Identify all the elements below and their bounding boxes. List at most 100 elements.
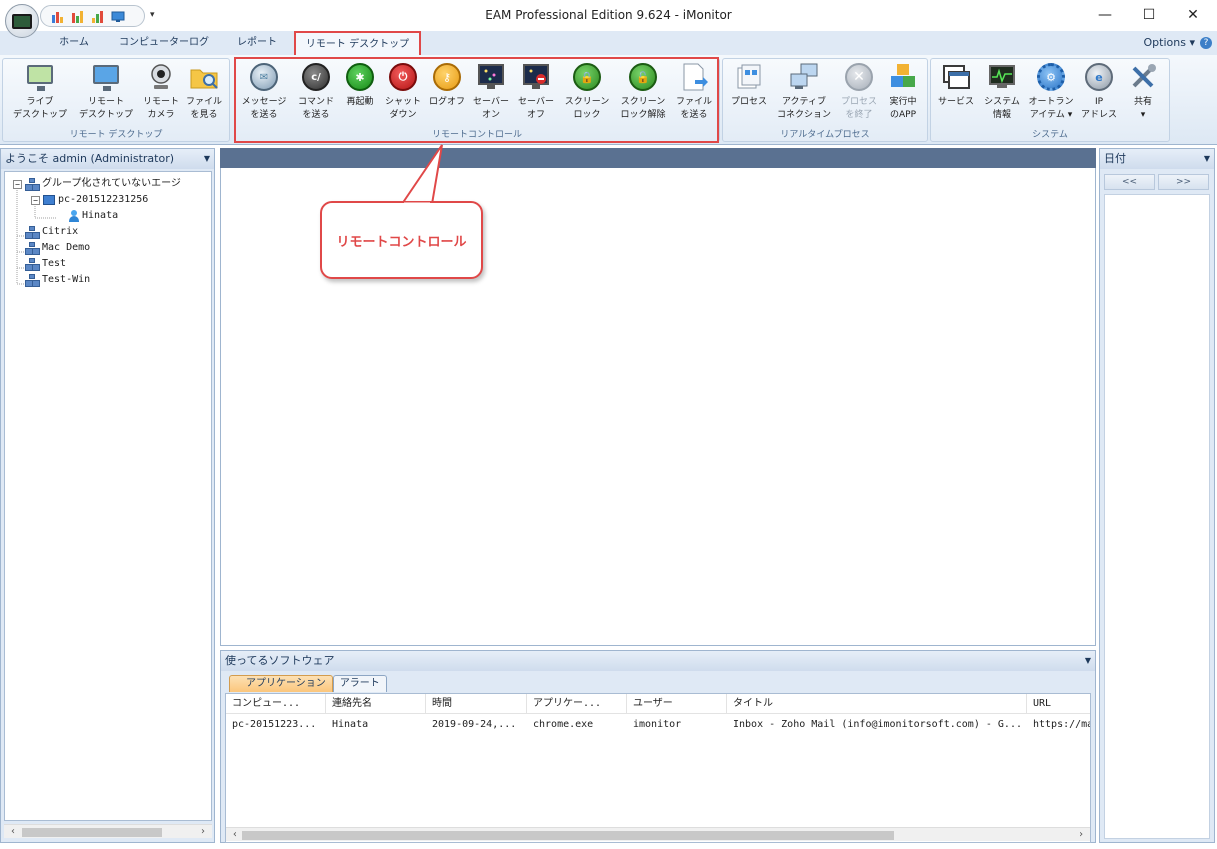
close-button[interactable]: ✕ [1170, 0, 1216, 30]
view-files-button[interactable]: ファイル を見る [181, 62, 227, 122]
maximize-button[interactable]: ☐ [1126, 0, 1172, 30]
restart-button[interactable]: ✱ 再起動 [339, 62, 381, 109]
tree-node-group[interactable]: Test-Win [25, 272, 90, 288]
chevron-down-icon[interactable]: ▼ [1204, 149, 1210, 169]
logoff-button[interactable]: ⚷ ログオフ [425, 62, 469, 109]
app-menu-button[interactable] [5, 4, 39, 38]
system-info-icon [987, 62, 1017, 92]
active-connection-button[interactable]: アクティブ コネクション [773, 62, 835, 122]
folder-search-icon [189, 62, 219, 92]
services-button[interactable]: サービス [933, 62, 979, 109]
share-button[interactable]: 共有 ▾ [1121, 62, 1165, 122]
table-horizontal-scrollbar[interactable]: ‹ › [226, 827, 1090, 841]
tree-node-group[interactable]: Mac Demo [25, 240, 90, 256]
message-icon: ✉ [249, 62, 279, 92]
date-panel-header[interactable]: 日付 ▼ [1100, 149, 1214, 169]
gear-icon: ⚙ [1036, 62, 1066, 92]
running-apps-button[interactable]: 実行中 のAPP [881, 62, 925, 122]
column-header[interactable]: URL [1027, 694, 1090, 714]
group-icon [25, 178, 40, 191]
lock-icon: 🔒 [572, 62, 602, 92]
send-file-icon [679, 62, 709, 92]
live-desktop-button[interactable]: ライブ デスクトップ [6, 62, 74, 122]
live-desktop-icon [25, 62, 55, 92]
ip-address-button[interactable]: e IP アドレス [1077, 62, 1121, 122]
screen-lock-label: スクリーン ロック [564, 97, 610, 120]
tree-node-label: Test-Win [42, 274, 91, 285]
scroll-left-icon[interactable]: ‹ [6, 825, 20, 839]
screen-lock-button[interactable]: 🔒 スクリーン ロック [559, 62, 615, 122]
scroll-right-icon[interactable]: › [1074, 828, 1088, 842]
tree-node-group[interactable]: Test [25, 256, 66, 272]
system-info-button[interactable]: システム 情報 [979, 62, 1025, 122]
group-remote-desktop: ライブ デスクトップ リモート デスクトップ リモート カメラ ファイル を見る… [2, 58, 230, 142]
unlock-icon: 🔓 [628, 62, 658, 92]
previous-date-button[interactable]: << [1104, 174, 1155, 190]
tab-alerts[interactable]: アラート [332, 675, 387, 692]
remote-camera-button[interactable]: リモート カメラ [138, 62, 184, 122]
collapse-icon[interactable]: − [13, 179, 22, 189]
group-remote-control: ✉ メッセージ を送る c/ コマンド を送る ✱ 再起動 ⏻ シャット ダウン… [234, 58, 720, 142]
chevron-down-icon[interactable]: ▼ [1085, 651, 1091, 671]
group-system: サービス システム 情報 ⚙ オートラン アイテム ▾ e IP アドレス 共有… [930, 58, 1170, 142]
screensaver-off-button[interactable]: セーバー オフ [514, 62, 558, 122]
column-header[interactable]: 時間 [426, 694, 527, 714]
autorun-items-label: オートラン アイテム ▾ [1028, 97, 1074, 120]
column-header[interactable]: コンピュー... [226, 694, 326, 714]
system-info-label: システム 情報 [984, 97, 1020, 120]
scroll-thumb[interactable] [22, 828, 162, 837]
screensaver-on-button[interactable]: セーバー オン [469, 62, 513, 122]
column-header[interactable]: ユーザー [627, 694, 727, 714]
webcam-icon [146, 62, 176, 92]
tab-applications[interactable]: アプリケーション [229, 675, 333, 692]
tree-node-user[interactable]: Hinata [69, 208, 118, 224]
column-header[interactable]: アプリケー... [527, 694, 627, 714]
ip-address-label: IP アドレス [1080, 97, 1117, 120]
collapse-icon[interactable]: − [31, 195, 40, 205]
tab-report[interactable]: レポート [226, 31, 288, 55]
table-row[interactable]: pc-20151223... Hinata 2019-09-24,... chr… [226, 715, 1090, 735]
monitor-icon [12, 13, 32, 29]
remote-desktop-button[interactable]: リモート デスクトップ [73, 62, 139, 122]
process-button[interactable]: プロセス [725, 62, 773, 109]
scroll-thumb[interactable] [242, 831, 894, 840]
left-horizontal-scrollbar[interactable]: ‹ › [4, 824, 212, 838]
next-date-button[interactable]: >> [1158, 174, 1209, 190]
minimize-button[interactable]: — [1082, 0, 1128, 30]
screen-unlock-button[interactable]: 🔓 スクリーン ロック解除 [613, 62, 673, 122]
group-label-remote-desktop: リモート デスクトップ [69, 130, 163, 140]
end-process-label: プロセス を終了 [840, 97, 877, 120]
autorun-items-button[interactable]: ⚙ オートラン アイテム ▾ [1025, 62, 1077, 122]
process-label: プロセス [730, 97, 767, 107]
send-file-label: ファイル を送る [675, 97, 712, 120]
chevron-down-icon[interactable]: ▼ [204, 149, 210, 169]
send-command-button[interactable]: c/ コマンド を送る [291, 62, 341, 122]
send-message-button[interactable]: ✉ メッセージ を送る [237, 62, 291, 122]
scroll-left-icon[interactable]: ‹ [228, 828, 242, 842]
shutdown-button[interactable]: ⏻ シャット ダウン [379, 62, 427, 122]
software-panel-header[interactable]: 使ってるソフトウェア ▼ [221, 651, 1095, 671]
tab-computer-log[interactable]: コンピューターログ [108, 31, 220, 55]
end-process-button[interactable]: ✕ プロセス を終了 [835, 62, 883, 122]
help-icon[interactable]: ? [1200, 37, 1212, 49]
command-icon: c/ [301, 62, 331, 92]
left-panel-header[interactable]: ようこそ admin (Administrator) ▼ [1, 149, 214, 169]
send-file-button[interactable]: ファイル を送る [669, 62, 719, 122]
column-header[interactable]: 連絡先名 [326, 694, 426, 714]
tree-node-label: pc-201512231256 [58, 194, 149, 205]
computer-icon [43, 195, 55, 205]
tree-node-pc[interactable]: − pc-201512231256 [31, 192, 148, 208]
tree-node-group[interactable]: Citrix [25, 224, 78, 240]
services-label: サービス [937, 97, 974, 107]
column-header[interactable]: タイトル [727, 694, 1027, 714]
tree-node-ungrouped[interactable]: − グループ化されていないエージ [13, 176, 181, 192]
tree-node-label: グループ化されていないエージ [42, 178, 181, 189]
group-label-system: システム [1032, 130, 1068, 140]
options-menu[interactable]: Options ▾ [1144, 36, 1195, 49]
tab-remote-desktop[interactable]: リモート デスクトップ [294, 31, 421, 55]
scroll-right-icon[interactable]: › [196, 825, 210, 839]
date-panel-title: 日付 [1104, 152, 1126, 165]
group-icon [25, 274, 40, 287]
remote-camera-label: リモート カメラ [142, 97, 179, 120]
tab-home[interactable]: ホーム [44, 31, 104, 55]
